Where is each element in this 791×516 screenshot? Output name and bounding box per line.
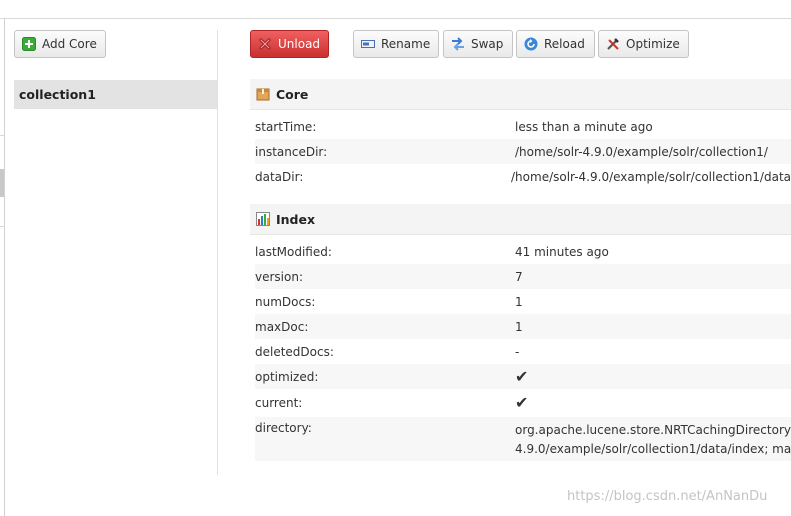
index-row-lastmodified: lastModified: 41 minutes ago (255, 239, 791, 264)
swap-label: Swap (471, 37, 504, 51)
index-section-title: Index (276, 211, 316, 227)
row-key: maxDoc: (255, 319, 309, 334)
index-row-current: current: ✔ (255, 390, 791, 415)
directory-value-line1: org.apache.lucene.store.NRTCachingDirect… (515, 423, 791, 437)
core-section-title: Core (276, 86, 309, 102)
unload-button[interactable]: Unload (250, 30, 329, 58)
box-icon (256, 87, 270, 101)
rename-button[interactable]: Rename (353, 30, 439, 58)
row-value: 1 (515, 294, 523, 309)
left-divider (0, 135, 4, 136)
add-core-label: Add Core (42, 37, 97, 51)
core-row-instancedir: instanceDir: /home/solr-4.9.0/example/so… (255, 139, 791, 164)
row-value: 1 (515, 319, 523, 334)
bar-chart-icon (256, 212, 270, 226)
row-key: numDocs: (255, 294, 316, 309)
rename-label: Rename (381, 37, 431, 51)
row-key: version: (255, 269, 303, 284)
swap-icon (451, 37, 465, 51)
panel-divider (217, 30, 218, 475)
reload-button[interactable]: Reload (516, 30, 595, 58)
row-value: 41 minutes ago (515, 244, 609, 259)
left-divider (0, 226, 4, 227)
core-row-datadir: dataDir: /home/solr-4.9.0/example/solr/c… (255, 164, 791, 189)
watermark: https://blog.csdn.net/AnNanDu (567, 489, 768, 504)
row-key: directory: (255, 421, 312, 435)
index-row-deleteddocs: deletedDocs: - (255, 339, 791, 364)
index-row-directory: directory: org.apache.lucene.store.NRTCa… (255, 417, 791, 461)
row-key: dataDir: (255, 169, 304, 184)
unload-label: Unload (278, 37, 321, 51)
check-icon: ✔ (515, 393, 529, 412)
tools-icon (606, 37, 620, 51)
plus-square-icon (22, 37, 36, 51)
row-value: /home/solr-4.9.0/example/solr/collection… (515, 144, 768, 159)
row-key: startTime: (255, 119, 317, 134)
add-core-button[interactable]: Add Core (14, 30, 106, 58)
row-value: org.apache.lucene.store.NRTCachingDirect… (515, 421, 791, 459)
x-icon (258, 37, 272, 51)
optimize-label: Optimize (626, 37, 680, 51)
core-list: collection1 (14, 80, 217, 109)
optimize-button[interactable]: Optimize (598, 30, 689, 58)
row-key: deletedDocs: (255, 344, 334, 359)
core-item-collection1[interactable]: collection1 (14, 80, 217, 109)
index-row-maxdoc: maxDoc: 1 (255, 314, 791, 339)
reload-icon (524, 37, 538, 51)
index-section-header: Index (250, 204, 791, 235)
row-value: - (515, 344, 520, 359)
reload-label: Reload (544, 37, 585, 51)
index-row-optimized: optimized: ✔ (255, 364, 791, 389)
row-key: instanceDir: (255, 144, 328, 159)
row-key: current: (255, 395, 303, 410)
rename-icon (361, 37, 375, 51)
core-row-starttime: startTime: less than a minute ago (255, 114, 791, 139)
index-row-numdocs: numDocs: 1 (255, 289, 791, 314)
row-value: 7 (515, 269, 523, 284)
top-border (0, 18, 791, 19)
core-section-header: Core (250, 79, 791, 110)
left-nav-selection[interactable] (0, 169, 4, 197)
index-row-version: version: 7 (255, 264, 791, 289)
check-icon: ✔ (515, 367, 529, 386)
directory-value-line2: 4.9.0/example/solr/collection1/data/inde… (515, 442, 791, 456)
row-key: optimized: (255, 369, 319, 384)
row-value: /home/solr-4.9.0/example/solr/collection… (511, 169, 791, 184)
row-value: less than a minute ago (515, 119, 653, 134)
left-panel-edge (4, 19, 5, 516)
row-key: lastModified: (255, 244, 332, 259)
swap-button[interactable]: Swap (443, 30, 513, 58)
